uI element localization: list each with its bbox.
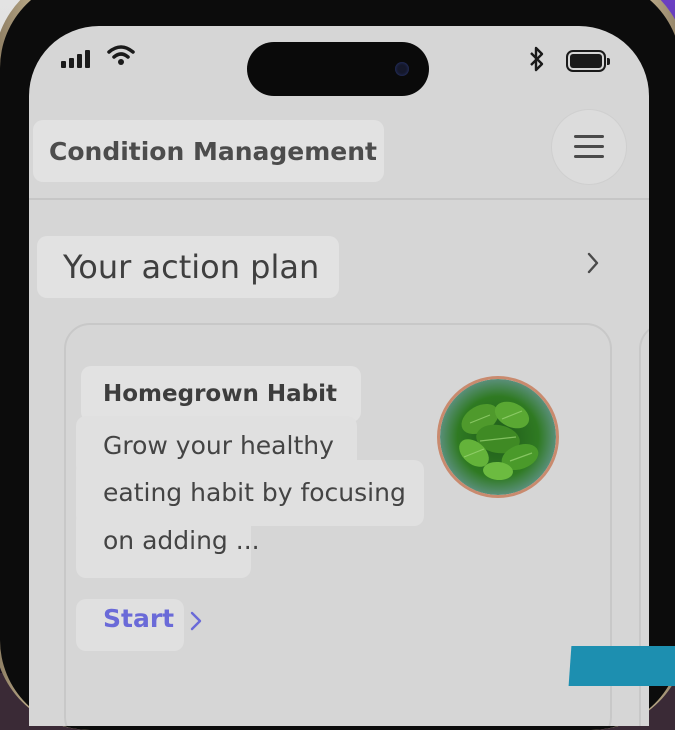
cellular-signal-icon [61, 48, 90, 68]
battery-icon [566, 50, 610, 72]
card-description-line: eating habit by focusing [103, 478, 406, 507]
header-divider [29, 198, 649, 200]
camera-icon [395, 62, 409, 76]
start-chevron-icon[interactable] [189, 610, 203, 632]
page-title: Condition Management [33, 120, 384, 182]
wifi-icon [107, 45, 135, 65]
card-description-line: on adding ... [103, 526, 260, 555]
card-title: Homegrown Habit [81, 366, 361, 422]
card-description-line: Grow your healthy [103, 431, 334, 460]
section-title: Your action plan [37, 236, 339, 298]
chevron-right-icon[interactable] [585, 251, 601, 275]
background-accent [568, 646, 675, 686]
hamburger-menu-icon[interactable] [552, 110, 626, 184]
dynamic-island [247, 42, 429, 96]
bluetooth-icon [530, 46, 544, 72]
spinach-bowl-image [437, 376, 559, 498]
status-bar [29, 26, 649, 96]
start-button[interactable]: Start [103, 604, 174, 633]
app-screen: Condition Management Your action plan Ho… [29, 26, 649, 726]
